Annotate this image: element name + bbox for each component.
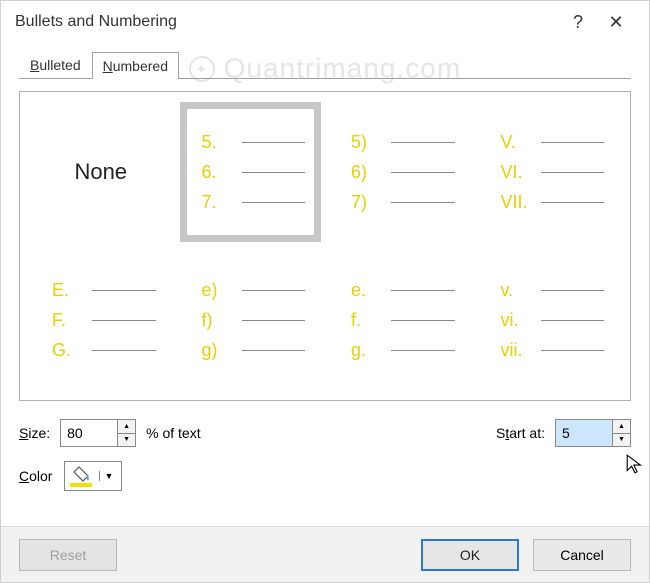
close-icon[interactable]: ✕ — [597, 12, 635, 33]
sample-num: 6) — [351, 162, 385, 183]
sample-line — [391, 142, 455, 143]
sample-line — [242, 350, 306, 351]
help-icon[interactable]: ? — [559, 12, 597, 33]
sample-line — [541, 142, 605, 143]
dialog-footer: Reset OK Cancel — [1, 526, 649, 582]
sample-line — [242, 320, 306, 321]
gallery-style-roman-upper[interactable]: V. VI. VII. — [479, 102, 621, 242]
spin-up-icon[interactable]: ▲ — [613, 420, 630, 434]
gallery-style-alpha-upper[interactable]: E. F. G. — [30, 250, 172, 390]
sample-num: E. — [52, 280, 86, 301]
sample-line — [242, 290, 306, 291]
gallery-style-arabic-period[interactable]: 5. 6. 7. — [180, 102, 322, 242]
sample-num: 7) — [351, 192, 385, 213]
size-spinner[interactable]: ▲ ▼ — [60, 419, 136, 447]
sample-line — [391, 290, 455, 291]
reset-button: Reset — [19, 539, 117, 571]
pct-of-text-label: % of text — [146, 425, 200, 441]
sample-line — [242, 172, 306, 173]
spin-up-icon[interactable]: ▲ — [118, 420, 135, 434]
gallery-none[interactable]: None — [30, 102, 172, 242]
sample-line — [391, 202, 455, 203]
sample-line — [541, 290, 605, 291]
sample-num: 5) — [351, 132, 385, 153]
sample-num: v. — [501, 280, 535, 301]
color-label: Color — [19, 468, 52, 484]
sample-line — [391, 350, 455, 351]
tab-bulleted[interactable]: Bulleted — [19, 51, 92, 78]
size-label: Size: — [19, 425, 50, 441]
gallery-style-roman-lower[interactable]: v. vi. vii. — [479, 250, 621, 390]
sample-num: vi. — [501, 310, 535, 331]
numbering-gallery: None 5. 6. 7. 5) 6) 7) V. VI. VII. E. F.… — [19, 91, 631, 401]
size-input[interactable] — [61, 420, 117, 446]
color-picker-button[interactable]: ▼ — [64, 461, 122, 491]
sample-line — [242, 142, 306, 143]
dropdown-icon[interactable]: ▼ — [99, 471, 117, 481]
gallery-style-alpha-lower-paren[interactable]: e) f) g) — [180, 250, 322, 390]
tab-numbered[interactable]: Numbered — [92, 52, 179, 79]
sample-num: F. — [52, 310, 86, 331]
sample-num: f. — [351, 310, 385, 331]
spin-down-icon[interactable]: ▼ — [613, 434, 630, 447]
sample-num: 6. — [202, 162, 236, 183]
sample-num: VII. — [501, 192, 535, 213]
sample-num: 7. — [202, 192, 236, 213]
fill-bucket-icon — [69, 465, 93, 487]
sample-line — [391, 320, 455, 321]
color-row: Color ▼ — [19, 461, 631, 491]
sample-num: e) — [202, 280, 236, 301]
tabs: Bulleted Numbered — [19, 51, 631, 79]
sample-num: g) — [202, 340, 236, 361]
sample-num: V. — [501, 132, 535, 153]
sample-num: g. — [351, 340, 385, 361]
sample-line — [541, 350, 605, 351]
spin-down-icon[interactable]: ▼ — [118, 434, 135, 447]
gallery-style-alpha-lower-period[interactable]: e. f. g. — [329, 250, 471, 390]
sample-num: VI. — [501, 162, 535, 183]
sample-line — [92, 350, 156, 351]
sample-line — [242, 202, 306, 203]
sample-num: e. — [351, 280, 385, 301]
window-title: Bullets and Numbering — [15, 13, 559, 31]
gallery-style-arabic-paren[interactable]: 5) 6) 7) — [329, 102, 471, 242]
sample-num: 5. — [202, 132, 236, 153]
dialog-content: Bulleted Numbered None 5. 6. 7. 5) 6) 7)… — [1, 41, 649, 491]
start-at-spinner[interactable]: ▲ ▼ — [555, 419, 631, 447]
sample-line — [541, 172, 605, 173]
start-at-input[interactable] — [556, 420, 612, 446]
sample-line — [92, 320, 156, 321]
sample-line — [391, 172, 455, 173]
titlebar: Bullets and Numbering ? ✕ — [1, 1, 649, 41]
sample-num: G. — [52, 340, 86, 361]
sample-line — [92, 290, 156, 291]
sample-line — [541, 320, 605, 321]
sample-line — [541, 202, 605, 203]
ok-button[interactable]: OK — [421, 539, 519, 571]
cancel-button[interactable]: Cancel — [533, 539, 631, 571]
start-at-label: Start at: — [496, 425, 545, 441]
sample-num: vii. — [501, 340, 535, 361]
sample-num: f) — [202, 310, 236, 331]
fields-row: Size: ▲ ▼ % of text Start at: ▲ ▼ — [19, 419, 631, 447]
